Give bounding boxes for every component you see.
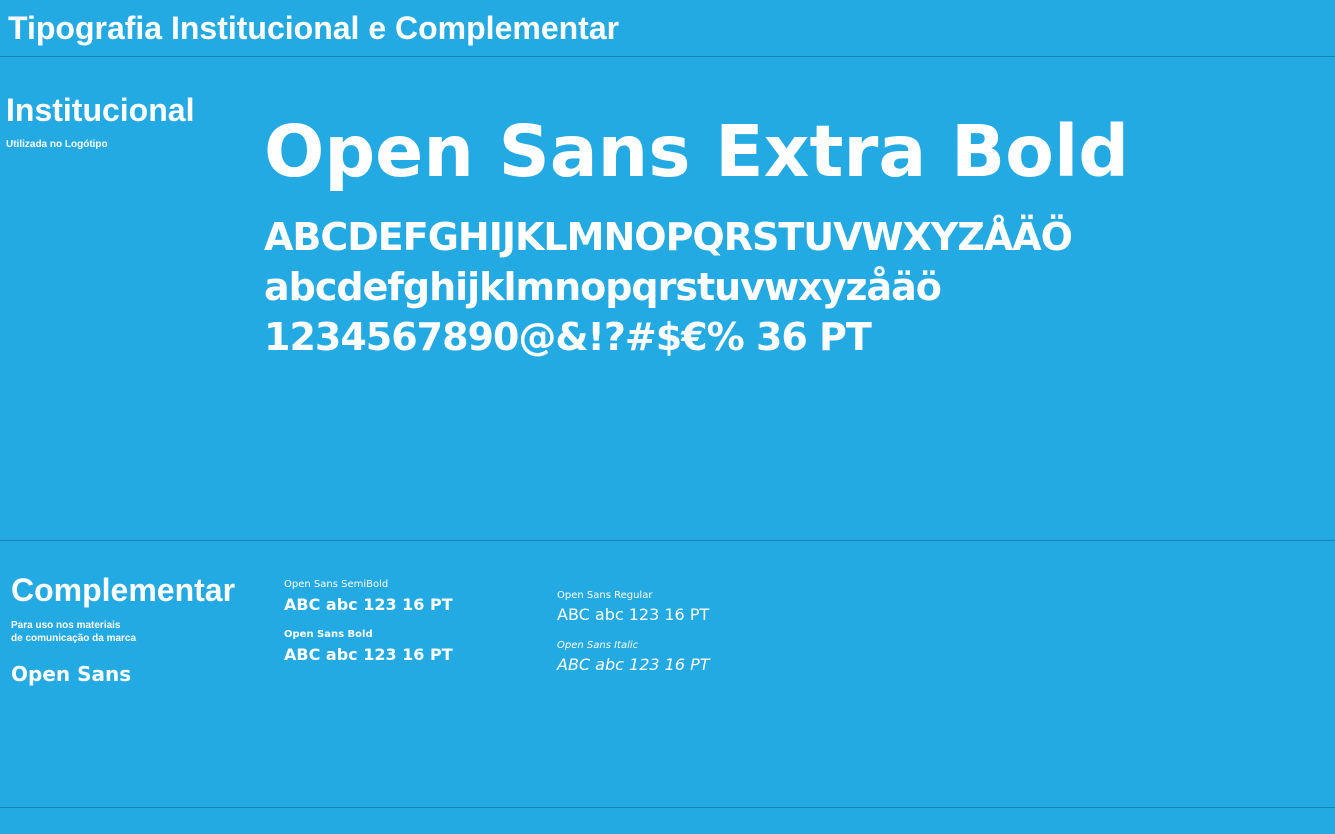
sample-semibold-text: ABC abc 123 16 PT — [284, 595, 453, 614]
glyphs-uppercase: ABCDEFGHIJKLMNOPQRSTUVWXYZÅÄÖ — [264, 215, 1073, 259]
page-title: Tipografia Institucional e Complementar — [8, 10, 620, 46]
glyphs-digits-symbols: 1234567890@&!?#$€% 36 PT — [264, 315, 872, 359]
complementary-description-line2: de comunicação da marca — [11, 633, 137, 644]
complementary-description-line1: Para uso nos materiais — [11, 620, 121, 631]
section-divider — [0, 540, 1335, 541]
sample-semibold-label: Open Sans SemiBold — [284, 579, 389, 590]
glyphs-lowercase: abcdefghijklmnopqrstuvwxyzåäö — [264, 265, 942, 309]
footer-divider — [0, 807, 1335, 808]
sample-italic-text: ABC abc 123 16 PT — [557, 655, 710, 674]
specimen-font-name: Open Sans Extra Bold — [264, 110, 1130, 193]
complementary-font-family: Open Sans — [11, 662, 132, 686]
sample-regular-text: ABC abc 123 16 PT — [557, 605, 710, 624]
sample-bold-text: ABC abc 123 16 PT — [284, 645, 453, 664]
institutional-subtitle: Utilizada no Logótipo — [6, 139, 108, 150]
header-divider — [0, 56, 1335, 57]
complementary-heading: Complementar — [11, 572, 236, 608]
institutional-heading: Institucional — [6, 92, 195, 128]
sample-bold-label: Open Sans Bold — [284, 629, 373, 640]
page: { "header": { "title": "Tipografia Insti… — [0, 0, 1335, 834]
sample-regular-label: Open Sans Regular — [557, 590, 653, 601]
sample-italic-label: Open Sans Italic — [557, 640, 639, 651]
